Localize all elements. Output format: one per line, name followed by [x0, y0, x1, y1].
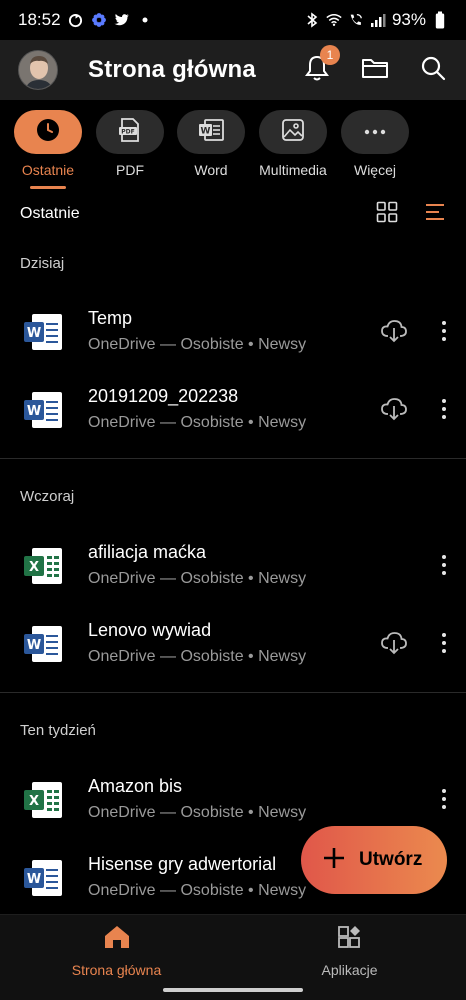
clock-icon [35, 117, 61, 148]
section-title: Ostatnie [20, 205, 80, 222]
active-filter-indicator [30, 186, 66, 189]
more-horizontal-icon [363, 123, 387, 141]
search-icon [420, 55, 446, 86]
file-row[interactable]: W Temp OneDrive — Osobiste • Newsy [0, 298, 466, 368]
filter-label-media[interactable]: Multimedia [248, 162, 338, 178]
image-icon [281, 118, 305, 147]
file-name: Hisense gry adwertorial [88, 854, 277, 874]
svg-text:W: W [27, 404, 41, 419]
svg-text:W: W [27, 326, 41, 341]
sync-icon [68, 12, 84, 28]
group-label-this-week: Ten tydzień [20, 722, 96, 739]
filter-chip-pdf[interactable]: PDF [96, 110, 164, 154]
wifi-icon [326, 12, 342, 28]
cloud-download-icon[interactable] [380, 318, 408, 344]
word-file-icon: W [22, 624, 64, 664]
notification-badge: 1 [320, 45, 340, 65]
group-divider [0, 692, 466, 693]
file-location: OneDrive — Osobiste • Newsy [88, 414, 307, 431]
more-options-icon[interactable] [436, 318, 452, 344]
file-location: OneDrive — Osobiste • Newsy [88, 882, 307, 899]
battery-icon [432, 11, 448, 29]
home-indicator [163, 988, 303, 992]
filter-chip-word[interactable]: W [177, 110, 245, 154]
file-name: afiliacja maćka [88, 542, 207, 562]
nav-label-home: Strona główna [71, 962, 162, 978]
folder-icon [361, 56, 389, 85]
svg-text:W: W [201, 126, 211, 136]
status-bar: 18:52 93% [0, 0, 466, 40]
svg-text:W: W [27, 872, 41, 887]
settings-flower-icon [91, 12, 107, 28]
filter-label-recent[interactable]: Ostatnie [3, 162, 93, 178]
filter-label-word[interactable]: Word [166, 162, 256, 178]
create-button[interactable]: Utwórz [301, 826, 447, 894]
file-name: Amazon bis [88, 776, 183, 796]
nav-label-apps: Aplikacje [321, 962, 378, 978]
twitter-icon [114, 12, 130, 28]
plus-icon [323, 847, 345, 874]
excel-file-icon: X [22, 780, 64, 820]
folder-button[interactable] [360, 55, 390, 85]
file-location: OneDrive — Osobiste • Newsy [88, 804, 307, 821]
signal-icon [370, 12, 386, 28]
file-row[interactable]: W 20191209_202238 OneDrive — Osobiste • … [0, 376, 466, 446]
filter-label-pdf[interactable]: PDF [85, 162, 175, 178]
excel-file-icon: X [22, 546, 64, 586]
more-options-icon[interactable] [436, 630, 452, 656]
dot-icon [137, 12, 153, 28]
avatar[interactable] [18, 50, 58, 90]
app-header: Strona główna 1 [0, 40, 466, 100]
group-label-today: Dzisiaj [20, 255, 65, 272]
file-name: Lenovo wywiad [88, 620, 212, 640]
svg-text:X: X [29, 560, 39, 575]
file-location: OneDrive — Osobiste • Newsy [88, 570, 307, 587]
apps-icon [337, 925, 363, 954]
cloud-download-icon[interactable] [380, 630, 408, 656]
group-label-yesterday: Wczoraj [20, 488, 75, 505]
filter-chip-recent[interactable] [14, 110, 82, 154]
section-header: Ostatnie [0, 196, 466, 232]
status-time: 18:52 [18, 10, 61, 29]
home-icon [104, 925, 130, 954]
battery-text: 93% [391, 10, 426, 29]
file-name: 20191209_202238 [88, 386, 239, 406]
word-file-icon: W [22, 390, 64, 430]
file-location: OneDrive — Osobiste • Newsy [88, 336, 307, 353]
svg-text:PDF: PDF [121, 128, 134, 135]
more-options-icon[interactable] [436, 786, 452, 812]
file-row[interactable]: X afiliacja maćka OneDrive — Osobiste • … [0, 532, 466, 602]
word-file-icon: W [22, 858, 64, 898]
group-divider [0, 458, 466, 459]
more-options-icon[interactable] [436, 552, 452, 578]
wifi-calling-icon [348, 12, 364, 28]
more-options-icon[interactable] [436, 396, 452, 422]
nav-item-apps[interactable]: Aplikacje [233, 925, 466, 978]
grid-view-icon[interactable] [376, 201, 398, 228]
page-title: Strona główna [88, 56, 256, 83]
svg-text:W: W [27, 638, 41, 653]
file-name: Temp [88, 308, 133, 328]
file-row[interactable]: W Lenovo wywiad OneDrive — Osobiste • Ne… [0, 610, 466, 680]
filter-chip-media[interactable] [259, 110, 327, 154]
cloud-download-icon[interactable] [380, 396, 408, 422]
word-icon: W [197, 118, 225, 147]
pdf-icon: PDF [118, 117, 142, 148]
nav-item-home[interactable]: Strona główna [0, 925, 233, 978]
filter-chip-more[interactable] [341, 110, 409, 154]
filter-label-more[interactable]: Więcej [330, 162, 420, 178]
filter-bar: Ostatnie PDF PDF W Word Multimedia Więce… [0, 108, 466, 190]
sort-list-icon[interactable] [424, 202, 446, 227]
notifications-button[interactable]: 1 [302, 45, 340, 85]
create-button-label: Utwórz [359, 849, 423, 870]
svg-text:X: X [29, 794, 39, 809]
bluetooth-icon [304, 12, 320, 28]
word-file-icon: W [22, 312, 64, 352]
file-location: OneDrive — Osobiste • Newsy [88, 648, 307, 665]
search-button[interactable] [418, 55, 448, 85]
